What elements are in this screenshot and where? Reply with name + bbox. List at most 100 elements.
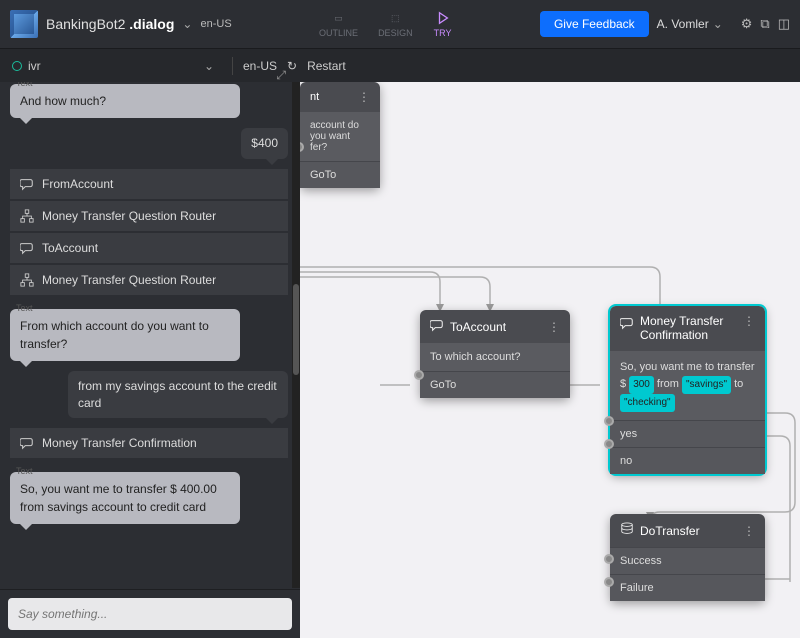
more-icon[interactable]: ⋮ — [743, 314, 755, 328]
bot-text: So, you want me to transfer $ 400.00 fro… — [20, 482, 217, 514]
step-item[interactable]: FromAccount — [10, 169, 288, 199]
node-title: ToAccount — [450, 320, 506, 334]
give-feedback-button[interactable]: Give Feedback — [540, 11, 649, 37]
tab-outline-label: OUTLINE — [319, 28, 358, 38]
design-canvas[interactable]: nt ⋮ account do you want fer? GoTo ToAcc… — [300, 82, 800, 638]
chevron-down-icon[interactable]: ⌄ — [182, 17, 192, 31]
more-icon[interactable]: ⋮ — [548, 320, 560, 334]
step-label: Money Transfer Question Router — [42, 209, 216, 223]
scrollbar[interactable] — [292, 82, 300, 588]
tab-design-label: DESIGN — [378, 28, 413, 38]
step-item[interactable]: Money Transfer Question Router — [10, 201, 288, 231]
question-icon — [20, 177, 34, 191]
user-text: from my savings account to the credit ca… — [78, 379, 277, 410]
mode-tabs: ▭ OUTLINE ⬚ DESIGN TRY — [319, 10, 453, 38]
question-icon — [620, 316, 634, 333]
step-label: FromAccount — [42, 177, 113, 191]
node-row-goto[interactable]: GoTo — [300, 161, 380, 188]
confirm-from: "savings" — [682, 376, 731, 394]
sub-locale[interactable]: en-US — [243, 59, 277, 73]
port-in[interactable] — [604, 577, 614, 587]
step-item[interactable]: Money Transfer Question Router — [10, 265, 288, 295]
play-icon — [433, 10, 453, 26]
node-header[interactable]: Money Transfer Confirmation ⋮ — [610, 306, 765, 351]
node-header[interactable]: nt ⋮ — [300, 82, 380, 112]
node-row-goto[interactable]: GoTo — [420, 371, 570, 398]
design-icon: ⬚ — [385, 10, 405, 26]
sub-bar: ivr ⌄ en-US ↻ Restart — [0, 48, 800, 82]
router-icon — [20, 209, 34, 223]
bot-message: Text So, you want me to transfer $ 400.0… — [10, 472, 240, 524]
chat-scroll[interactable]: Text And how much? $400 FromAccount Mone… — [0, 82, 300, 589]
node-title: nt — [310, 91, 319, 103]
app-title[interactable]: BankingBot2 .dialog — [46, 16, 174, 32]
step-label: ToAccount — [42, 241, 98, 255]
node-body: So, you want me to transfer $ 300 from "… — [610, 351, 765, 421]
chevron-down-icon: ⌄ — [713, 17, 723, 31]
user-text: $400 — [251, 136, 278, 150]
gear-icon[interactable]: ⚙ — [741, 16, 753, 32]
message-tag: Text — [16, 465, 33, 479]
node-body: account do you want fer? — [300, 112, 380, 161]
step-label: Money Transfer Confirmation — [42, 436, 197, 450]
node-dotransfer[interactable]: DoTransfer ⋮ Success Failure — [610, 514, 765, 601]
refresh-icon[interactable]: ↻ — [287, 59, 297, 73]
node-body: To which account? — [420, 343, 570, 371]
project-name: BankingBot2 — [46, 16, 129, 32]
project-ext: .dialog — [129, 16, 174, 32]
user-name: A. Vomler — [657, 17, 709, 31]
locale-label[interactable]: en-US — [200, 18, 231, 30]
tab-design[interactable]: ⬚ DESIGN — [378, 10, 413, 38]
channel-status-icon — [12, 61, 22, 71]
node-row-success[interactable]: Success — [610, 547, 765, 574]
port-in[interactable] — [604, 439, 614, 449]
node-toaccount[interactable]: ToAccount ⋮ To which account? GoTo — [420, 310, 570, 398]
expand-icon[interactable]: ⤢ — [276, 68, 286, 83]
node-title: DoTransfer — [640, 524, 700, 538]
bot-message: Text From which account do you want to t… — [10, 309, 240, 361]
port-in[interactable] — [604, 554, 614, 564]
question-icon — [20, 241, 34, 255]
package-icon[interactable]: ◫ — [778, 16, 790, 32]
more-icon[interactable]: ⋮ — [358, 90, 370, 104]
divider — [232, 57, 233, 75]
message-tag: Text — [16, 82, 33, 91]
node-header[interactable]: ToAccount ⋮ — [420, 310, 570, 343]
node-row-no[interactable]: no — [610, 447, 765, 474]
message-tag: Text — [16, 302, 33, 316]
database-icon — [620, 522, 634, 539]
node-row-yes[interactable]: yes — [610, 420, 765, 447]
chat-input[interactable] — [8, 598, 292, 630]
step-item[interactable]: Money Transfer Confirmation — [10, 428, 288, 458]
node-title: Money Transfer Confirmation — [640, 314, 737, 343]
bot-message: Text And how much? — [10, 84, 240, 118]
copy-icon[interactable]: ⧉ — [760, 16, 769, 32]
question-icon — [430, 318, 444, 335]
top-bar: BankingBot2 .dialog ⌄ en-US ▭ OUTLINE ⬚ … — [0, 0, 800, 48]
tab-outline[interactable]: ▭ OUTLINE — [319, 10, 358, 38]
user-message: $400 — [241, 128, 288, 159]
step-item[interactable]: ToAccount — [10, 233, 288, 263]
chat-input-row — [0, 589, 300, 638]
scrollbar-thumb[interactable] — [293, 284, 299, 375]
confirm-mid: from — [654, 378, 682, 390]
port-in[interactable] — [414, 370, 424, 380]
node-row-failure[interactable]: Failure — [610, 574, 765, 601]
router-icon — [20, 273, 34, 287]
node-confirm[interactable]: Money Transfer Confirmation ⋮ So, you wa… — [610, 306, 765, 474]
user-message: from my savings account to the credit ca… — [68, 371, 288, 419]
channel-label: ivr — [28, 59, 41, 73]
question-icon — [20, 436, 34, 450]
restart-label[interactable]: Restart — [307, 59, 346, 73]
tab-try[interactable]: TRY — [433, 10, 453, 38]
bot-text: And how much? — [20, 94, 106, 108]
port-in[interactable] — [604, 416, 614, 426]
bot-text: From which account do you want to transf… — [20, 319, 209, 351]
top-icon-group: ⚙ ⧉ ◫ — [741, 16, 790, 32]
channel-select[interactable]: ivr ⌄ — [12, 59, 222, 73]
more-icon[interactable]: ⋮ — [743, 524, 755, 538]
node-partial[interactable]: nt ⋮ account do you want fer? GoTo — [300, 82, 380, 188]
confirm-amount: 300 — [629, 376, 654, 394]
node-header[interactable]: DoTransfer ⋮ — [610, 514, 765, 547]
user-menu[interactable]: A. Vomler ⌄ — [657, 17, 723, 31]
